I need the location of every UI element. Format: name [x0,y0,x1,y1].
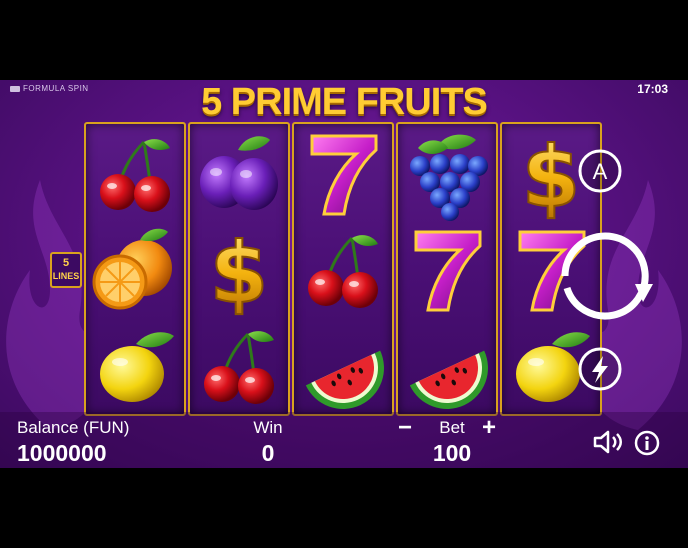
clock: 17:03 [637,82,668,96]
svg-text:$: $ [210,224,268,318]
game-screen: FORMULA SPIN 5 PRIME FRUITS 17:03 5 LINE… [0,80,688,468]
lines-label: LINES [52,271,80,281]
svg-text:A: A [593,159,608,184]
cherry-icon [204,331,274,404]
turbo-button[interactable] [577,346,623,392]
speaker-icon [593,430,622,454]
seven-icon [414,230,482,312]
cherry-icon [100,139,170,212]
win-value: 0 [261,440,275,466]
watermelon-icon [305,350,384,409]
game-title: 5 PRIME FRUITS [201,81,488,123]
plum-icon [200,136,278,210]
reel-3 [292,122,394,416]
reel-4 [396,122,498,416]
lines-badge: 5 LINES [50,252,82,288]
sound-button[interactable] [592,428,624,456]
autoplay-icon: A [578,149,622,193]
seven-icon [310,134,378,216]
lines-count: 5 [62,257,70,269]
lightning-icon [578,347,622,391]
bet-increase-button[interactable]: + [482,414,496,442]
grapes-icon [410,134,488,221]
win-label: Win [253,418,283,437]
balance-label: Balance (FUN) [17,418,130,437]
cherry-icon [308,235,378,308]
reel-1 [84,122,186,416]
dollar-icon: $ [209,223,269,318]
bet-decrease-button[interactable]: − [398,414,412,442]
watermelon-icon [409,350,488,409]
balance-value: 1000000 [17,440,107,466]
spin-button[interactable] [557,228,653,324]
spin-icon [561,232,653,320]
orange-icon [92,228,172,310]
autoplay-button[interactable]: A [577,148,623,194]
info-icon [634,430,660,456]
bet-label: Bet [439,418,465,437]
bet-value: 100 [432,440,472,466]
reels-area: $ $ [84,122,604,416]
reel-2: $ [188,122,290,416]
lemon-icon [100,332,174,402]
svg-text:$: $ [522,128,580,222]
info-button[interactable] [634,430,660,456]
